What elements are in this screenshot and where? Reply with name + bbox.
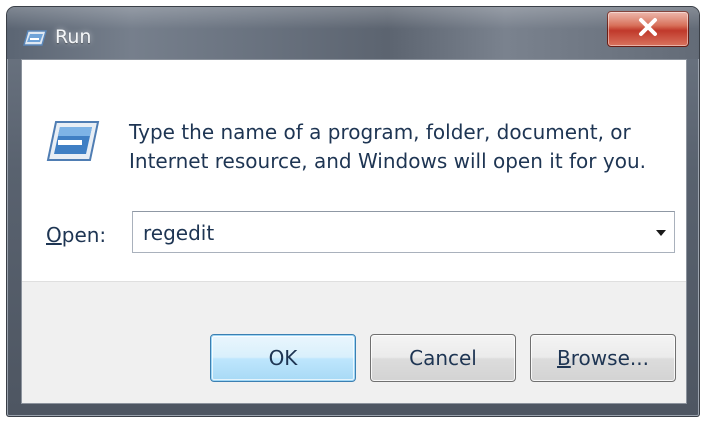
browse-mnemonic: B (557, 346, 571, 370)
window-title: Run (55, 26, 92, 48)
close-icon (636, 17, 660, 41)
dialog-body: Type the name of a program, folder, docu… (21, 59, 687, 404)
run-dialog-window: Run Type the name of a program, folder, … (6, 6, 700, 417)
description-line-2: Internet resource, and Windows will open… (129, 149, 646, 173)
dialog-description: Type the name of a program, folder, docu… (129, 118, 669, 176)
description-line-1: Type the name of a program, folder, docu… (129, 120, 631, 144)
title-bar[interactable]: Run (7, 7, 699, 59)
ok-button[interactable]: OK (210, 334, 356, 382)
open-label-mnemonic: O (46, 223, 62, 247)
run-icon (23, 29, 47, 47)
browse-button[interactable]: Browse... (530, 334, 676, 382)
chevron-down-icon[interactable] (654, 225, 668, 239)
browse-label-rest: rowse... (570, 346, 649, 370)
cancel-button[interactable]: Cancel (370, 334, 516, 382)
open-combobox[interactable]: regedit (132, 211, 675, 253)
open-label: Open: (46, 223, 106, 247)
open-label-rest: pen: (61, 223, 107, 247)
run-icon (44, 118, 100, 164)
open-input[interactable]: regedit (143, 221, 214, 245)
close-button[interactable] (607, 11, 689, 47)
